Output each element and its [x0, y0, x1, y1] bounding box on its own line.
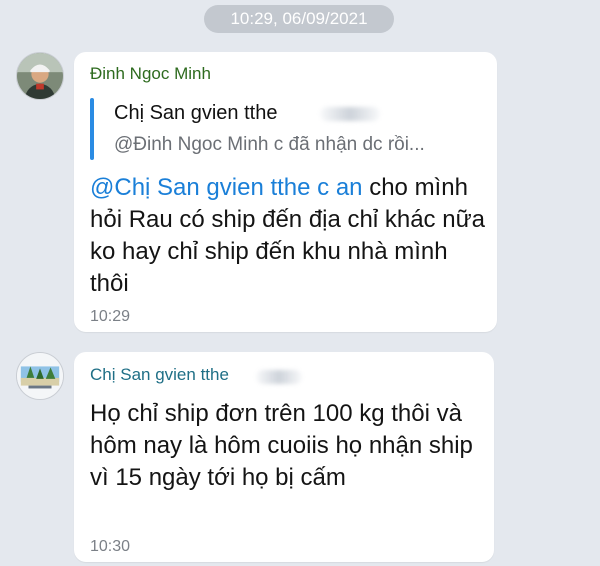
quote-text: @Đinh Ngoc Minh c đã nhận dc rồi... [114, 134, 425, 155]
sender-name[interactable]: Chị San gvien tthe [90, 365, 229, 385]
message-bubble[interactable]: Đinh Ngoc Minh Chị San gvien tthe @Đinh … [74, 52, 497, 332]
sender-avatar-san[interactable] [16, 352, 64, 400]
message-bubble[interactable]: Chị San gvien tthe Họ chỉ ship đơn trên … [74, 352, 494, 562]
blurred-name [320, 107, 380, 121]
reply-quote[interactable]: Chị San gvien tthe @Đinh Ngoc Minh c đã … [90, 98, 480, 164]
quote-title: Chị San gvien tthe [114, 102, 278, 124]
quote-bar [90, 98, 94, 160]
mention-link[interactable]: @Chị San gvien tthe c an [90, 174, 363, 201]
message-text: Họ chỉ ship đơn trên 100 kg thôi và hôm … [90, 400, 473, 491]
sender-name[interactable]: Đinh Ngoc Minh [90, 64, 211, 84]
message-text: @Chị San gvien tthe c an cho mình hỏi Ra… [90, 172, 485, 300]
blurred-name [256, 370, 302, 384]
sender-avatar-minh[interactable] [16, 52, 64, 100]
avatar-person-icon [17, 53, 63, 99]
message-time: 10:30 [90, 538, 131, 555]
date-separator: 10:29, 06/09/2021 [204, 5, 394, 33]
avatar-beach-icon [17, 353, 63, 399]
chat-view: 10:29, 06/09/2021 Đinh Ngoc Minh Chị San… [0, 0, 600, 566]
message-time: 10:29 [90, 308, 131, 325]
